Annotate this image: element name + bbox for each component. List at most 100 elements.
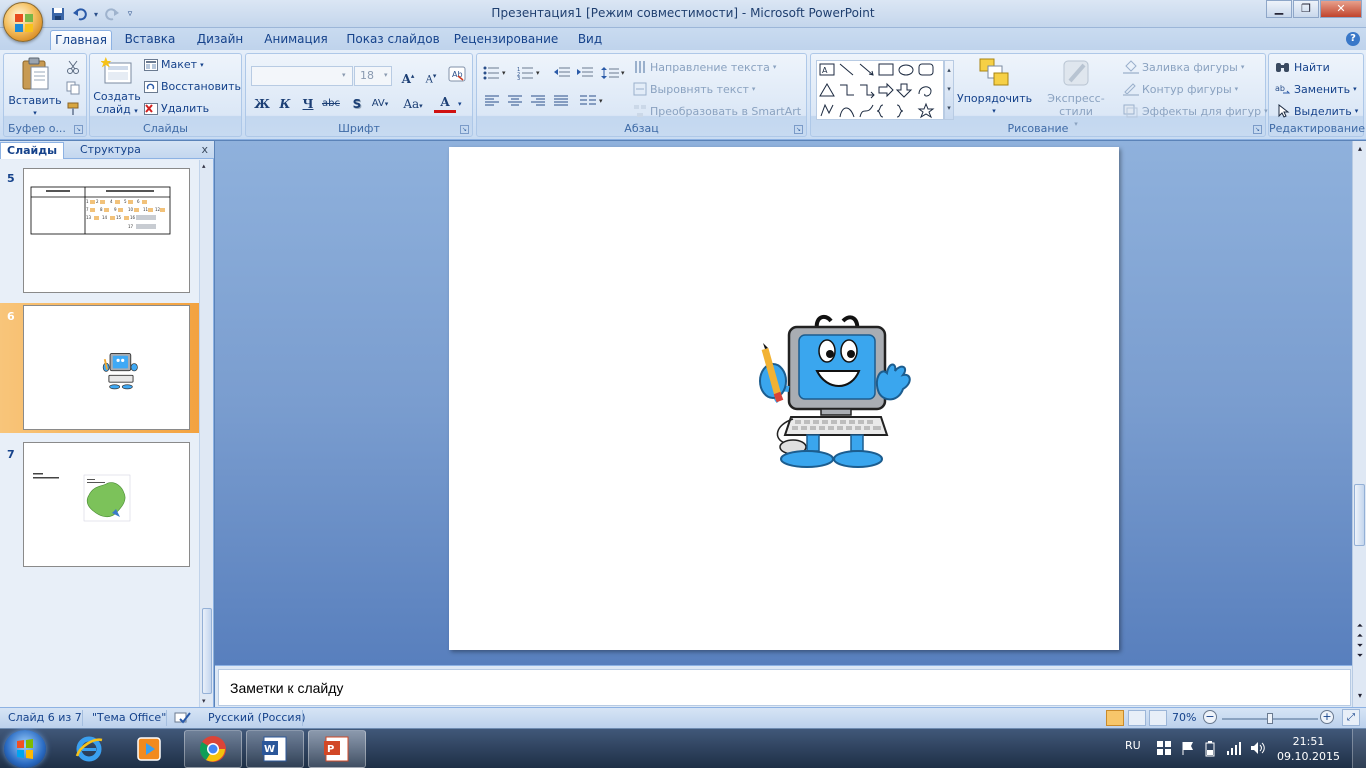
italic-button[interactable]: К	[274, 94, 296, 114]
tab-review[interactable]: Рецензирование	[453, 30, 559, 50]
strikethrough-button[interactable]: abc	[320, 94, 342, 114]
show-desktop-button[interactable]	[1352, 729, 1366, 768]
close-panel-icon[interactable]: x	[201, 143, 208, 156]
scrollbar-thumb[interactable]	[202, 608, 212, 694]
previous-slide-icon[interactable]: ⏶ ⏶	[1353, 621, 1366, 641]
powerpoint-icon[interactable]: P	[308, 730, 366, 768]
font-color-button[interactable]: A	[434, 94, 456, 113]
align-right-icon[interactable]	[527, 94, 549, 114]
smartart-button[interactable]: Преобразовать в SmartArt	[633, 104, 801, 118]
justify-icon[interactable]	[550, 94, 572, 114]
tab-outline[interactable]: Структура	[74, 142, 147, 159]
tab-slides[interactable]: Слайды	[0, 142, 65, 159]
replace-button[interactable]: ab Заменить ▾	[1275, 82, 1357, 96]
font-name-dropdown-icon[interactable]: ▾	[342, 71, 346, 79]
shape-effects-button[interactable]: Эффекты для фигур ▾	[1123, 104, 1268, 118]
chrome-icon[interactable]	[184, 730, 242, 768]
align-left-icon[interactable]	[481, 94, 503, 114]
thumbnail-slide-6[interactable]: 6	[0, 303, 200, 433]
format-painter-icon[interactable]	[66, 102, 80, 116]
slideshow-view-icon[interactable]	[1149, 710, 1167, 726]
grow-font-button[interactable]: A▴	[397, 66, 419, 86]
increase-indent-icon[interactable]	[574, 66, 596, 86]
start-button[interactable]	[4, 730, 46, 768]
new-slide-button[interactable]: Создать слайд ▾	[93, 57, 141, 118]
word-icon[interactable]: W	[246, 730, 304, 768]
office-button[interactable]	[3, 2, 43, 42]
thumbnail-slide-5[interactable]: 5 12456 7 8 9 10 11 12 13 14 15 16 17	[0, 160, 200, 297]
theme-name[interactable]: "Тема Office"	[92, 711, 166, 724]
language-indicator[interactable]: Русский (Россия)	[208, 711, 306, 724]
tab-insert[interactable]: Вставка	[122, 30, 178, 50]
cut-icon[interactable]	[66, 60, 80, 74]
tab-home[interactable]: Главная	[50, 30, 112, 50]
start-tiles-icon[interactable]	[1157, 741, 1171, 758]
line-spacing-icon[interactable]: ▾	[599, 66, 629, 86]
bold-button[interactable]: Ж	[251, 94, 273, 114]
decrease-indent-icon[interactable]	[551, 66, 573, 86]
thumbnails-scrollbar[interactable]: ▴ ▾	[199, 160, 213, 707]
slide-sorter-icon[interactable]	[1127, 710, 1146, 726]
help-icon[interactable]: ?	[1346, 32, 1360, 46]
tab-design[interactable]: Дизайн	[192, 30, 248, 50]
font-launcher-icon[interactable]: ↘	[460, 125, 469, 134]
scroll-up-icon[interactable]: ▴	[1353, 144, 1366, 153]
font-name-input[interactable]	[251, 66, 353, 86]
arrange-button[interactable]: Упорядочить ▾	[957, 57, 1032, 118]
paragraph-launcher-icon[interactable]: ↘	[794, 125, 803, 134]
columns-icon[interactable]: ▾	[577, 94, 607, 114]
zoom-out-icon[interactable]: −	[1203, 710, 1217, 724]
system-clock[interactable]: 21:51 09.10.2015	[1277, 734, 1340, 764]
volume-icon[interactable]	[1250, 741, 1266, 758]
char-spacing-button[interactable]: AV▾	[369, 94, 391, 114]
align-center-icon[interactable]	[504, 94, 526, 114]
scroll-down-icon[interactable]: ▾	[1353, 691, 1366, 700]
find-button[interactable]: Найти	[1275, 60, 1330, 74]
flag-icon[interactable]	[1181, 741, 1195, 758]
normal-view-icon[interactable]	[1106, 710, 1124, 726]
change-case-button[interactable]: Aa▾	[402, 94, 424, 114]
thumbnail-slide-7[interactable]: 7	[0, 439, 200, 569]
input-language[interactable]: RU	[1125, 739, 1141, 752]
shrink-font-button[interactable]: A▾	[420, 66, 442, 86]
next-slide-icon[interactable]: ⏷ ⏷	[1353, 641, 1366, 661]
scroll-up-icon[interactable]: ▴	[202, 162, 206, 170]
computer-mascot-image[interactable]	[755, 309, 915, 475]
clipboard-launcher-icon[interactable]: ↘	[74, 125, 83, 134]
copy-icon[interactable]	[66, 81, 80, 95]
slide-thumbnail[interactable]: 12456 7 8 9 10 11 12 13 14 15 16 17	[23, 168, 190, 293]
scroll-down-icon[interactable]: ▾	[202, 697, 206, 705]
drawing-launcher-icon[interactable]: ↘	[1253, 125, 1262, 134]
tab-view[interactable]: Вид	[572, 30, 608, 50]
select-button[interactable]: Выделить ▾	[1275, 104, 1358, 118]
battery-icon[interactable]	[1205, 741, 1215, 760]
slide-thumbnail[interactable]	[23, 305, 190, 430]
tab-slideshow[interactable]: Показ слайдов	[346, 30, 440, 50]
current-slide[interactable]	[449, 147, 1119, 650]
quick-styles-button[interactable]: Экспресс-стили ▾	[1033, 57, 1119, 131]
fit-to-window-icon[interactable]: ⤢	[1342, 709, 1360, 726]
spellcheck-icon[interactable]	[174, 711, 192, 728]
paste-button[interactable]: Вставить ▾	[7, 57, 63, 120]
ie-icon[interactable]	[60, 730, 118, 768]
shape-fill-button[interactable]: Заливка фигуры ▾	[1123, 60, 1244, 74]
scrollbar-thumb[interactable]	[1354, 484, 1365, 546]
shapes-gallery-scroll[interactable]: ▴ ▾ ▾	[944, 60, 954, 120]
shape-outline-button[interactable]: Контур фигуры ▾	[1123, 82, 1238, 96]
shadow-button[interactable]: S	[346, 94, 368, 114]
minimize-icon[interactable]: ▁	[1266, 0, 1292, 18]
shapes-gallery[interactable]: A	[816, 60, 944, 120]
signal-icon[interactable]	[1227, 741, 1243, 758]
clear-format-icon[interactable]: Ab	[446, 66, 468, 86]
bullets-icon[interactable]: ▾	[481, 66, 511, 86]
align-text-button[interactable]: Выровнять текст ▾	[633, 82, 755, 96]
slide-scrollbar[interactable]: ▴ ⏶ ⏶ ⏷ ⏷ ▾	[1352, 141, 1366, 707]
numbering-icon[interactable]: 1 2 3 ▾	[515, 66, 545, 86]
slide-thumbnail[interactable]	[23, 442, 190, 567]
delete-button[interactable]: Удалить	[144, 102, 209, 115]
zoom-in-icon[interactable]: +	[1320, 710, 1334, 724]
underline-button[interactable]: Ч	[297, 94, 319, 114]
zoom-slider-thumb[interactable]	[1267, 713, 1273, 724]
zoom-level[interactable]: 70%	[1172, 711, 1196, 724]
reset-button[interactable]: Восстановить	[144, 80, 241, 93]
